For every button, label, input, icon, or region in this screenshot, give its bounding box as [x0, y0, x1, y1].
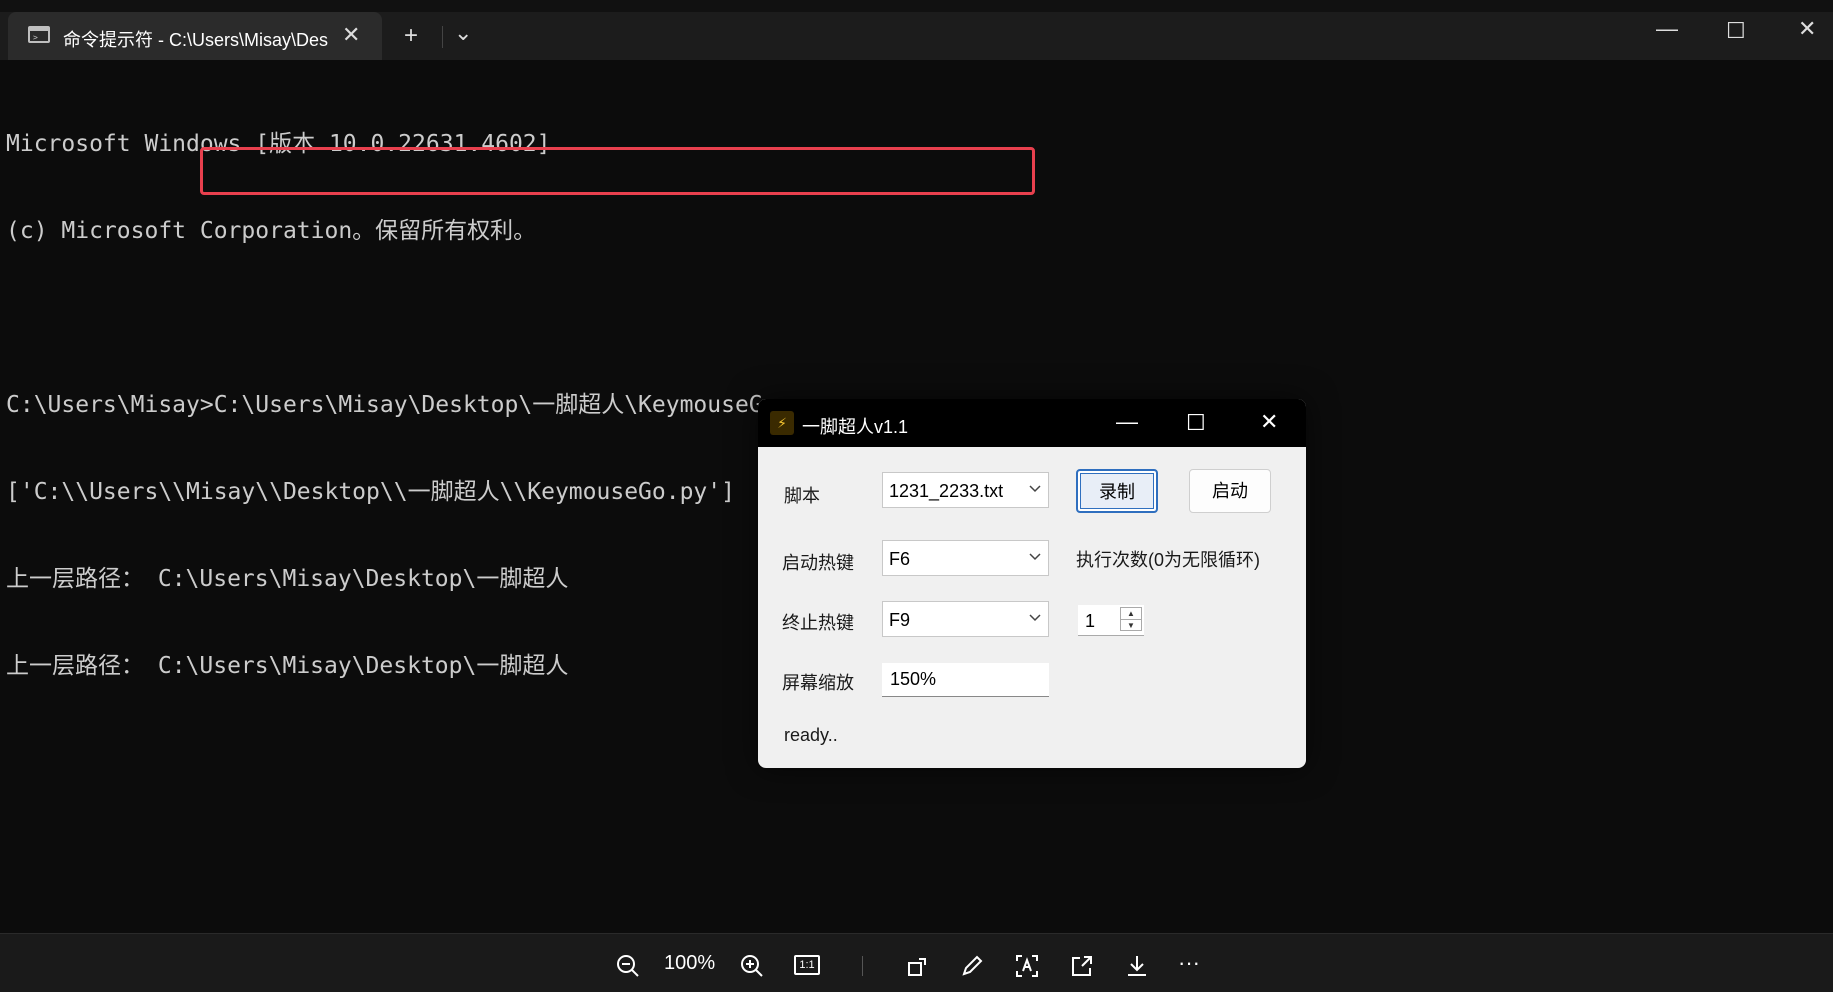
start-button[interactable]: 启动: [1189, 469, 1271, 513]
share-icon[interactable]: [1070, 954, 1094, 978]
dialog-minimize-button[interactable]: —: [1116, 409, 1138, 435]
divider: [862, 956, 863, 976]
scale-label: 屏幕缩放: [782, 673, 854, 693]
edit-icon[interactable]: [960, 954, 984, 978]
rotate-icon[interactable]: [906, 954, 930, 978]
keymousego-dialog: ⚡ 一脚超人v1.1 — ☐ ✕ 脚本 1231_2233.txt 录制 启动 …: [758, 399, 1306, 768]
console-line: ​: [6, 304, 818, 333]
viewer-toolbar: 100% 1:1 ···: [0, 933, 1833, 992]
script-label: 脚本: [784, 486, 820, 506]
dialog-title: 一脚超人v1.1: [802, 417, 909, 437]
dialog-close-button[interactable]: ✕: [1260, 409, 1278, 435]
run-count-value: 1: [1085, 611, 1096, 631]
run-count-spinner[interactable]: 1 ▲ ▼: [1078, 605, 1144, 636]
stop-hotkey-label: 终止热键: [782, 613, 854, 633]
divider: [442, 26, 443, 48]
maximize-button[interactable]: ☐: [1726, 18, 1746, 44]
top-strip: [0, 0, 1833, 12]
stop-hotkey-select[interactable]: F9: [882, 601, 1049, 637]
dialog-title-bar: ⚡ 一脚超人v1.1 — ☐ ✕: [758, 399, 1306, 447]
tab-dropdown-icon[interactable]: ⌄: [454, 20, 472, 46]
zoom-in-icon[interactable]: [740, 954, 764, 978]
zoom-out-icon[interactable]: [616, 954, 640, 978]
chevron-down-icon: [1029, 485, 1041, 493]
close-button[interactable]: ✕: [1798, 16, 1816, 42]
download-icon[interactable]: [1125, 954, 1149, 978]
scale-value: 150%: [890, 669, 937, 689]
console-line: ['C:\\Users\\Misay\\Desktop\\一脚超人\\Keymo…: [6, 479, 735, 505]
chevron-down-icon: [1029, 553, 1041, 561]
highlight-box: [200, 147, 1035, 195]
console-line: C:\Users\Misay>C:\Users\Misay\Desktop\一脚…: [6, 392, 819, 418]
start-hotkey-label: 启动热键: [782, 553, 854, 573]
more-icon[interactable]: ···: [1178, 950, 1200, 976]
tab-title: 命令提示符 - C:\Users\Misay\Desktop\一脚超人\Keym…: [63, 30, 328, 50]
actual-size-button[interactable]: 1:1: [794, 955, 820, 975]
status-text: ready..: [784, 725, 838, 745]
tab-cmd[interactable]: >_ 命令提示符 - C:\Users\Misay\Desktop\一脚超人\K…: [8, 12, 382, 60]
text-recognition-icon[interactable]: [1015, 954, 1039, 978]
chevron-down-icon: [1029, 614, 1041, 622]
terminal-icon: >_: [28, 26, 50, 43]
console-line: 上一层路径： C:\Users\Misay\Desktop\一脚超人: [6, 653, 569, 679]
app-icon: ⚡: [770, 411, 794, 435]
start-hotkey-select[interactable]: F6: [882, 540, 1049, 576]
run-count-label: 执行次数(0为无限循环): [1076, 550, 1260, 570]
new-tab-button[interactable]: +: [404, 22, 418, 50]
console-line: 上一层路径： C:\Users\Misay\Desktop\一脚超人: [6, 566, 569, 592]
scale-input[interactable]: 150%: [882, 663, 1049, 697]
spin-down-icon[interactable]: ▼: [1121, 620, 1141, 631]
dialog-maximize-button[interactable]: ☐: [1186, 410, 1206, 436]
script-select-value: 1231_2233.txt: [889, 481, 1004, 501]
script-select[interactable]: 1231_2233.txt: [882, 472, 1049, 508]
spin-up-icon[interactable]: ▲: [1121, 608, 1141, 620]
tab-close-icon[interactable]: ✕: [342, 22, 360, 48]
record-button[interactable]: 录制: [1076, 469, 1158, 513]
zoom-level: 100%: [664, 952, 716, 974]
console-line: (c) Microsoft Corporation。保留所有权利。: [6, 218, 537, 244]
title-bar: >_ 命令提示符 - C:\Users\Misay\Desktop\一脚超人\K…: [0, 12, 1833, 60]
stop-hotkey-value: F9: [889, 610, 911, 630]
minimize-button[interactable]: —: [1656, 16, 1678, 42]
spinner-arrows[interactable]: ▲ ▼: [1120, 607, 1142, 631]
start-hotkey-value: F6: [889, 549, 911, 569]
